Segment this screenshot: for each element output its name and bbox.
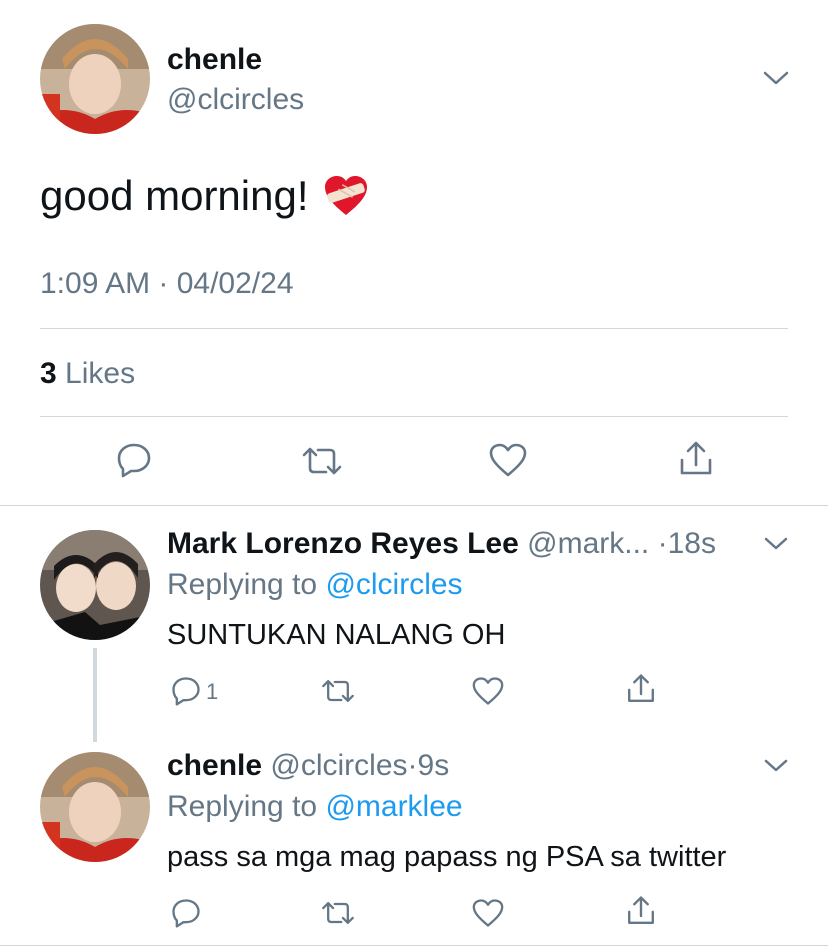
display-name[interactable]: chenle — [167, 42, 262, 78]
avatar[interactable] — [40, 24, 150, 134]
replying-to: Replying to @clcircles — [167, 567, 463, 603]
retweet-icon[interactable] — [320, 677, 356, 705]
tweet-text: good morning! — [40, 170, 369, 222]
reply-icon[interactable] — [170, 898, 202, 928]
divider — [40, 416, 788, 417]
like-icon[interactable] — [471, 676, 505, 706]
like-icon[interactable] — [471, 898, 505, 928]
chevron-down-icon[interactable] — [763, 535, 789, 553]
display-name[interactable]: chenle — [167, 749, 262, 782]
reply-icon[interactable] — [115, 442, 153, 478]
retweet-icon[interactable] — [320, 899, 356, 927]
share-icon[interactable] — [625, 895, 657, 927]
avatar[interactable] — [40, 530, 150, 640]
like-icon[interactable] — [488, 442, 528, 478]
share-icon[interactable] — [677, 440, 715, 478]
replying-prefix: Replying to — [167, 790, 318, 823]
divider — [0, 945, 828, 946]
likes-count: 3 — [40, 357, 57, 390]
handle[interactable]: @clcircles — [270, 749, 407, 782]
chevron-down-icon[interactable] — [762, 68, 790, 88]
display-name[interactable]: Mark Lorenzo Reyes Lee — [167, 527, 519, 560]
likes-label: Likes — [65, 357, 136, 390]
chevron-down-icon[interactable] — [763, 757, 789, 775]
reply-count: 1 — [206, 679, 219, 704]
reply-header: Mark Lorenzo Reyes Lee @mark... ·18s — [167, 526, 716, 562]
replying-to: Replying to @marklee — [167, 789, 463, 825]
divider — [0, 505, 828, 506]
reply-header: chenle @clcircles·9s — [167, 748, 449, 784]
share-icon[interactable] — [625, 673, 657, 705]
retweet-icon[interactable] — [300, 444, 344, 478]
reply-text: SUNTUKAN NALANG OH — [167, 619, 506, 651]
reply-icon[interactable] — [170, 676, 202, 706]
replying-to-link[interactable]: @clcircles — [325, 568, 462, 601]
tweet-timestamp[interactable]: 1:09 AM · 04/02/24 — [40, 266, 294, 302]
reply-time[interactable]: ·9s — [408, 749, 450, 782]
likes-stat[interactable]: 3 Likes — [40, 356, 135, 392]
handle[interactable]: @mark... — [527, 527, 649, 560]
thread-line — [93, 648, 97, 742]
handle[interactable]: @clcircles — [167, 82, 304, 118]
divider — [40, 328, 788, 329]
replying-to-link[interactable]: @marklee — [325, 790, 462, 823]
reply-text: pass sa mga mag papass ng PSA sa twitter — [167, 841, 727, 873]
avatar[interactable] — [40, 752, 150, 862]
replying-prefix: Replying to — [167, 568, 318, 601]
reply-time[interactable]: ·18s — [658, 527, 716, 560]
tweet-text-content: good morning! — [40, 172, 309, 219]
heart-with-bandage-icon — [323, 175, 369, 217]
